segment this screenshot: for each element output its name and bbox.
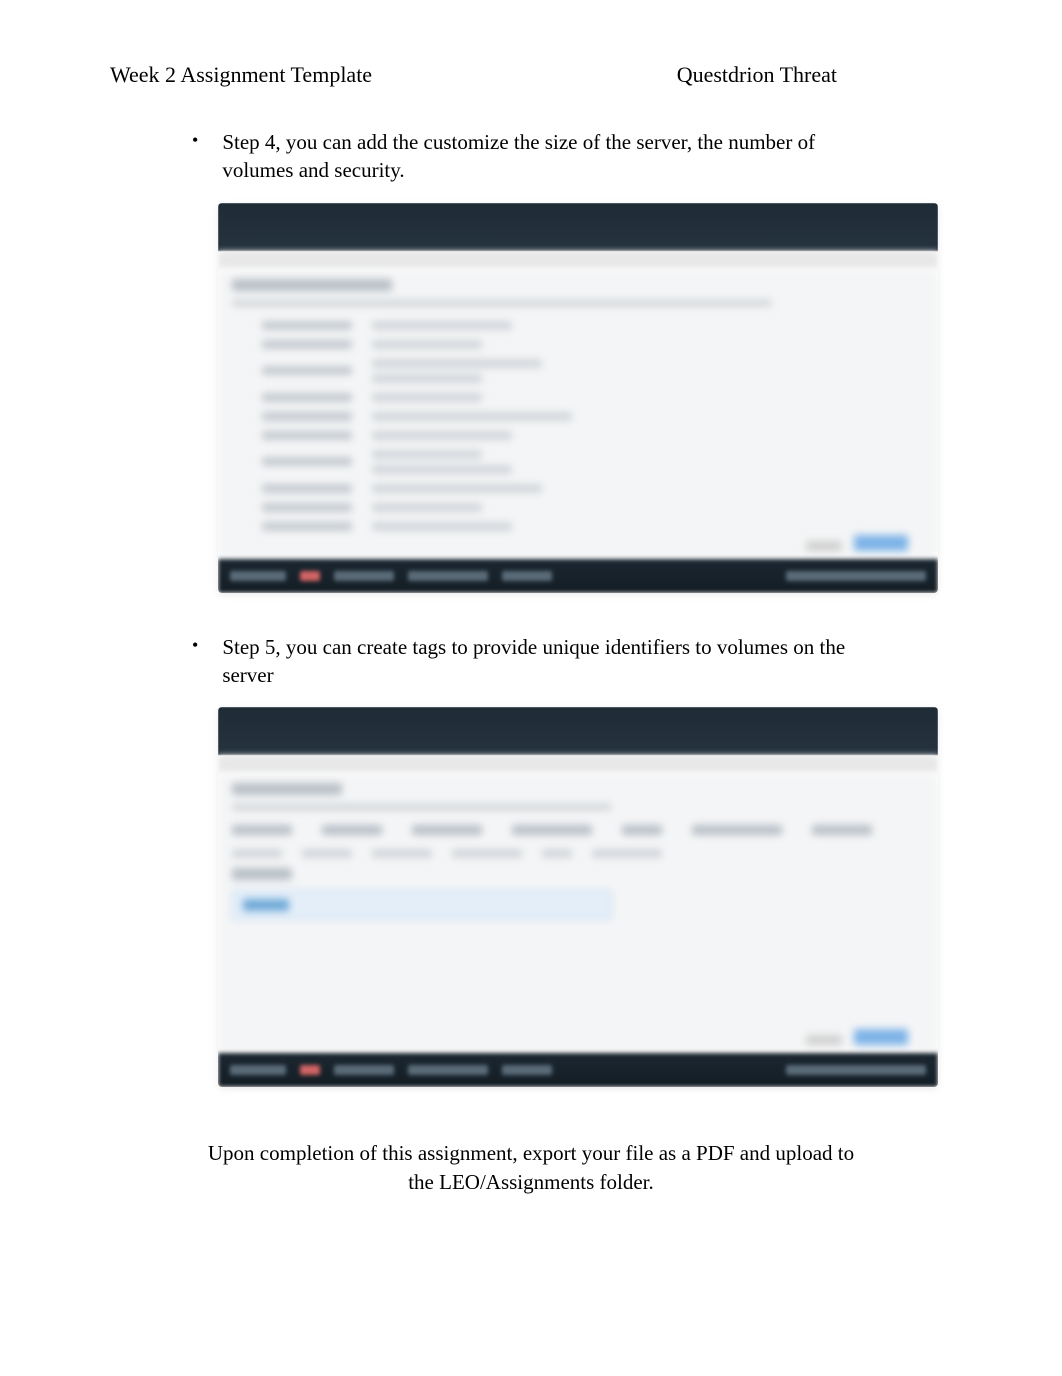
blurred-row xyxy=(232,484,924,493)
blurred-row xyxy=(232,849,924,858)
screenshot-tabs xyxy=(218,251,938,269)
blurred-row xyxy=(232,450,924,474)
bullet-icon: • xyxy=(192,633,198,690)
document-content: • Step 4, you can add the customize the … xyxy=(0,128,1062,1196)
blurred-row xyxy=(232,359,924,383)
blurred-row xyxy=(232,412,924,421)
blurred-row xyxy=(232,522,924,531)
blurred-heading xyxy=(232,783,342,795)
blurred-info-box xyxy=(232,890,612,920)
footer-instructions: Upon completion of this assignment, expo… xyxy=(110,1139,952,1196)
blurred-description xyxy=(232,803,612,811)
screenshot-taskbar xyxy=(218,1053,938,1087)
embedded-screenshot-1 xyxy=(218,203,938,593)
blurred-row xyxy=(232,340,924,349)
blurred-row xyxy=(232,393,924,402)
blurred-row xyxy=(232,503,924,512)
screenshot-titlebar xyxy=(218,707,938,755)
screenshot-taskbar xyxy=(218,559,938,593)
blurred-description xyxy=(232,299,772,307)
screenshot-tabs xyxy=(218,755,938,773)
bullet-text: Step 5, you can create tags to provide u… xyxy=(222,633,862,690)
blurred-columns xyxy=(232,825,924,835)
bullet-text: Step 4, you can add the customize the si… xyxy=(222,128,862,185)
header-right-name: Questdrion Threat xyxy=(677,62,952,88)
screenshot-body xyxy=(218,269,938,559)
page-header: Week 2 Assignment Template Questdrion Th… xyxy=(0,0,1062,88)
header-left-title: Week 2 Assignment Template xyxy=(110,62,372,88)
blurred-primary-button xyxy=(854,535,908,551)
screenshot-titlebar xyxy=(218,203,938,251)
embedded-screenshot-2 xyxy=(218,707,938,1087)
blurred-cancel-button xyxy=(806,541,842,551)
blurred-primary-button xyxy=(854,1029,908,1045)
bullet-icon: • xyxy=(192,128,198,185)
blurred-row xyxy=(232,321,924,330)
bullet-step-5: • Step 5, you can create tags to provide… xyxy=(192,633,952,690)
bullet-step-4: • Step 4, you can add the customize the … xyxy=(192,128,952,185)
blurred-heading xyxy=(232,279,392,291)
blurred-label xyxy=(232,868,292,880)
blurred-cancel-button xyxy=(806,1035,842,1045)
blurred-row xyxy=(232,431,924,440)
screenshot-body xyxy=(218,773,938,1053)
